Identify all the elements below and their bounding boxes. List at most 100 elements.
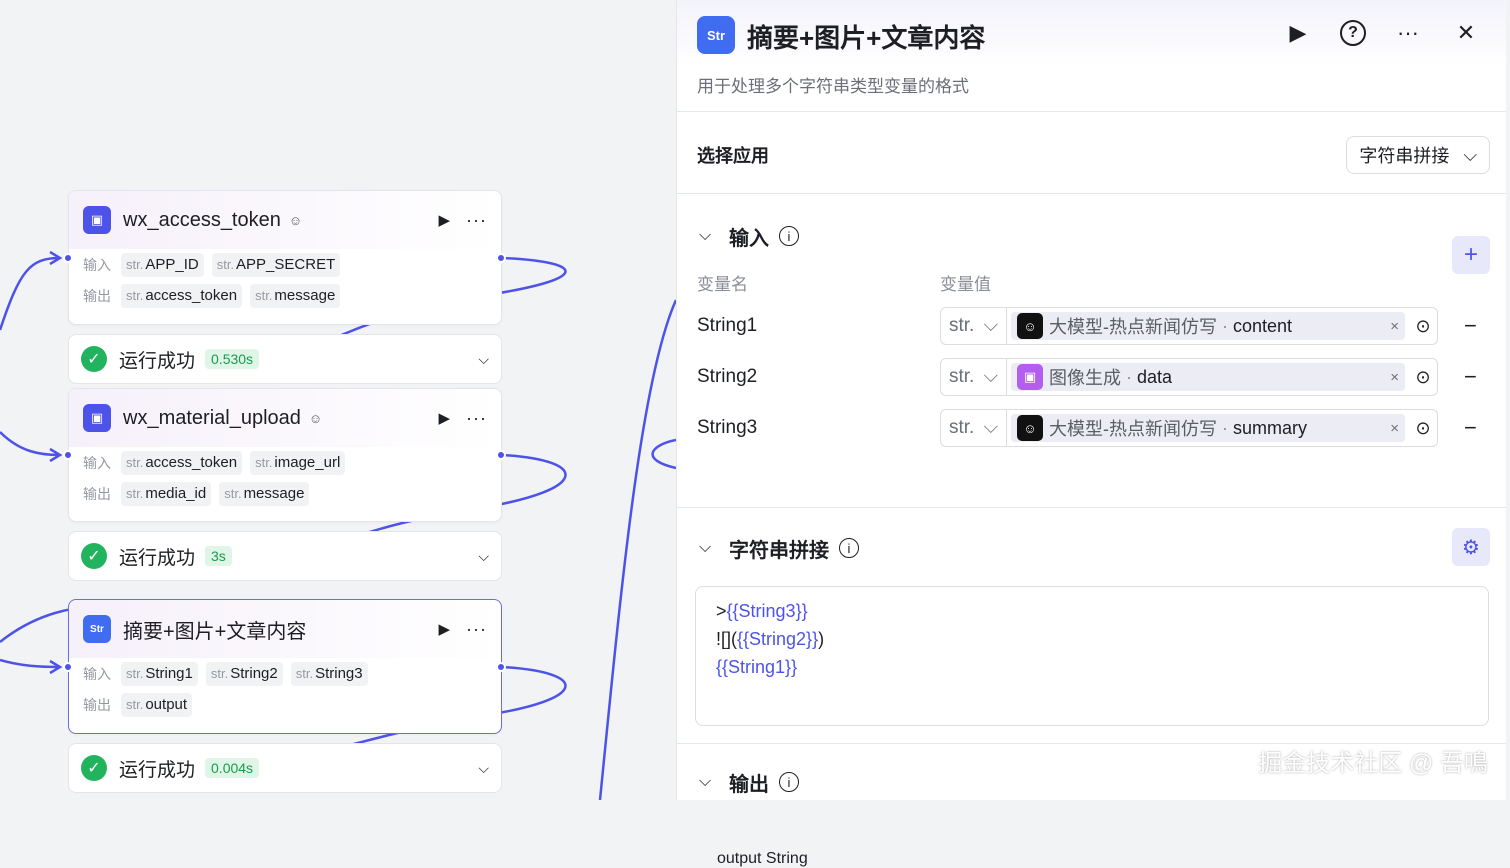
chevron-down-icon: ⌵	[983, 315, 998, 336]
run-time-badge: 0.530s	[205, 349, 260, 369]
column-header-name: 变量名	[697, 275, 748, 294]
app-select[interactable]: 字符串拼接 ⌵	[1346, 136, 1490, 174]
chevron-down-icon[interactable]: ⌵	[478, 548, 489, 565]
panel-title[interactable]: 摘要+图片+文章内容	[747, 18, 985, 55]
concat-template-editor[interactable]: >{{String3}} ![]({{String2}}) {{String1}…	[695, 586, 1489, 726]
more-icon[interactable]: ···	[466, 619, 487, 640]
remove-variable-button[interactable]: −	[1464, 415, 1477, 441]
success-check-icon: ✓	[81, 346, 107, 372]
output-port[interactable]	[496, 253, 506, 263]
run-icon[interactable]: ▶	[438, 211, 450, 229]
chevron-down-icon[interactable]: ⌵	[478, 351, 489, 368]
input-param: str. APP_ID	[121, 252, 204, 277]
output-param: str. output	[121, 692, 193, 717]
clear-icon[interactable]: ×	[1390, 420, 1399, 437]
clear-icon[interactable]: ×	[1390, 318, 1399, 335]
node-wx-material-upload[interactable]: ▣ wx_material_upload ☺ ▶ ··· 输入 str. acce…	[68, 388, 502, 522]
success-check-icon: ✓	[81, 755, 107, 781]
type-select[interactable]: str. ⌵	[941, 410, 1007, 446]
input-port[interactable]	[63, 662, 73, 672]
run-icon[interactable]: ▶	[438, 620, 450, 638]
plugin-badge-icon: ☺	[288, 212, 303, 228]
section-title: 字符串拼接	[729, 539, 829, 562]
collapse-chevron-icon[interactable]: ⌵	[677, 773, 711, 791]
plugin-badge-icon: ☺	[308, 410, 323, 426]
remove-variable-button[interactable]: −	[1464, 364, 1477, 390]
type-select[interactable]: str. ⌵	[941, 308, 1007, 344]
close-icon[interactable]: ✕	[1450, 20, 1482, 46]
input-param: str. image_url	[250, 450, 346, 475]
info-icon[interactable]: i	[779, 226, 799, 246]
string-node-icon: Str	[83, 615, 111, 643]
collapse-chevron-icon[interactable]: ⌵	[677, 539, 711, 557]
target-picker-icon[interactable]: ⊙	[1409, 312, 1437, 340]
input-param: str. APP_SECRET	[211, 252, 341, 277]
wire	[651, 438, 676, 470]
type-select[interactable]: str. ⌵	[941, 359, 1007, 395]
wire	[0, 431, 61, 457]
status-text: 运行成功	[119, 547, 196, 569]
canvas-edge	[1506, 0, 1510, 800]
success-check-icon: ✓	[81, 543, 107, 569]
variable-name[interactable]: String3	[697, 417, 940, 439]
input-port[interactable]	[63, 450, 73, 460]
remove-variable-button[interactable]: −	[1464, 313, 1477, 339]
output-label: 输出	[83, 485, 111, 502]
variable-name[interactable]: String1	[697, 315, 940, 337]
node-title: wx_material_upload	[123, 406, 301, 429]
input-param: str. String1	[121, 661, 198, 686]
output-port[interactable]	[496, 662, 506, 672]
status-text: 运行成功	[119, 350, 196, 372]
more-icon[interactable]: ···	[466, 408, 487, 429]
settings-gear-icon[interactable]: ⚙	[1452, 528, 1490, 566]
run-time-badge: 3s	[205, 546, 232, 566]
clear-icon[interactable]: ×	[1390, 369, 1399, 386]
variable-name[interactable]: String2	[697, 366, 940, 388]
node-text-concat[interactable]: Str 摘要+图片+文章内容 ▶ ··· 输入 str. String1 str.…	[68, 599, 502, 734]
target-picker-icon[interactable]: ⊙	[1409, 363, 1437, 391]
run-status-bar[interactable]: ✓ 运行成功 3s ⌵	[68, 531, 502, 581]
collapse-chevron-icon[interactable]: ⌵	[677, 227, 711, 245]
node-title: 摘要+图片+文章内容	[123, 620, 307, 643]
target-picker-icon[interactable]: ⊙	[1409, 414, 1437, 442]
output-port[interactable]	[496, 450, 506, 460]
panel-description: 用于处理多个字符串类型变量的格式	[697, 77, 969, 96]
run-time-badge: 0.004s	[205, 758, 260, 778]
chevron-down-icon[interactable]: ⌵	[478, 760, 489, 777]
more-icon[interactable]: ···	[466, 210, 487, 231]
section-title: 输出	[729, 773, 769, 796]
input-label: 输入	[83, 256, 111, 273]
add-variable-button[interactable]: +	[1452, 236, 1490, 274]
output-param-row: output String	[717, 850, 808, 867]
help-icon[interactable]: ?	[1340, 20, 1366, 46]
more-icon[interactable]: ···	[1392, 20, 1424, 46]
node-config-panel: Str 摘要+图片+文章内容 用于处理多个字符串类型变量的格式 ▶ ? ··· …	[676, 0, 1506, 867]
input-param: str. String3	[290, 661, 368, 686]
chevron-down-icon: ⌵	[983, 417, 998, 438]
workflow-canvas[interactable]: ▣ wx_access_token ☺ ▶ ··· 输入 str. APP_ID …	[0, 0, 676, 800]
info-icon[interactable]: i	[779, 772, 799, 792]
run-status-bar[interactable]: ✓ 运行成功 0.004s ⌵	[68, 743, 502, 793]
plugin-cube-icon: ▣	[83, 206, 111, 234]
llm-avatar-icon: ☺	[1017, 415, 1043, 441]
node-title: wx_access_token	[123, 208, 281, 231]
string-node-icon: Str	[697, 16, 735, 54]
plugin-cube-icon: ▣	[83, 404, 111, 432]
output-label: 输出	[83, 287, 111, 304]
node-wx-access-token[interactable]: ▣ wx_access_token ☺ ▶ ··· 输入 str. APP_ID …	[68, 190, 502, 325]
run-icon[interactable]: ▶	[1282, 20, 1314, 46]
input-label: 输入	[83, 454, 111, 471]
info-icon[interactable]: i	[839, 538, 859, 558]
variable-reference[interactable]: ☺ 大模型-热点新闻仿写 · content ×	[1011, 312, 1405, 340]
run-status-bar[interactable]: ✓ 运行成功 0.530s ⌵	[68, 334, 502, 384]
image-gen-cube-icon: ▣	[1017, 364, 1043, 390]
run-icon[interactable]: ▶	[438, 409, 450, 427]
input-label: 输入	[83, 665, 111, 682]
output-param: str. message	[219, 481, 310, 506]
variable-reference[interactable]: ▣ 图像生成 · data ×	[1011, 363, 1405, 391]
select-app-label: 选择应用	[697, 146, 769, 166]
variable-reference[interactable]: ☺ 大模型-热点新闻仿写 · summary ×	[1011, 414, 1405, 442]
llm-avatar-icon: ☺	[1017, 313, 1043, 339]
variable-row: String1 str. ⌵ ☺ 大模型-热点新闻仿写 · content × ⊙ −	[697, 307, 1487, 345]
input-port[interactable]	[63, 253, 73, 263]
